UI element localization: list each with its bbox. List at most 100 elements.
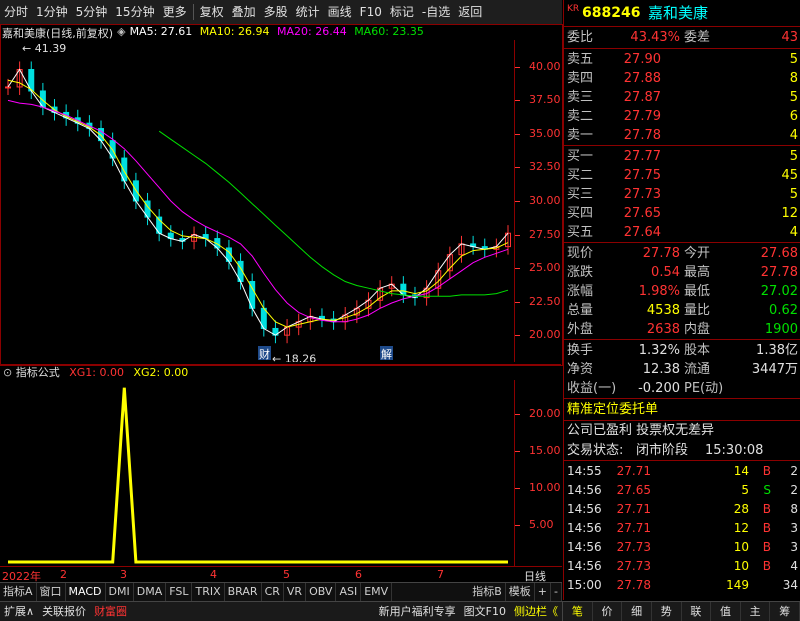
- tick-row-2[interactable]: 14:56 27.71 28 B 8: [564, 500, 800, 519]
- indicator-tab-8[interactable]: CR: [262, 583, 284, 601]
- indicator-tab-4[interactable]: DMA: [134, 583, 167, 601]
- indicator-plot[interactable]: [0, 380, 514, 566]
- ma60-line: [158, 130, 509, 297]
- status-right-item-0[interactable]: 新用户福利专享: [375, 602, 460, 621]
- indicator-header: ⊙ 指标公式 XG1: 0.00 XG2: 0.00: [0, 364, 561, 381]
- right-panel-tab-1[interactable]: 价: [593, 602, 623, 621]
- ask-row-1[interactable]: 卖四 27.88 8: [564, 69, 800, 88]
- status-right-item-2[interactable]: 侧边栏《: [510, 602, 562, 621]
- indicator-tab-2[interactable]: MACD: [66, 583, 106, 601]
- status-left-item-1[interactable]: 关联报价: [38, 602, 90, 621]
- toolbar-button-5[interactable]: 复权: [196, 0, 228, 24]
- status-left-item-0[interactable]: 扩展∧: [0, 602, 38, 621]
- bid-row-1[interactable]: 买二 27.75 45: [564, 166, 800, 185]
- notice-row[interactable]: 精准定位委托单: [564, 400, 800, 419]
- toolbar-button-4[interactable]: 更多: [159, 0, 191, 24]
- indicator-tab-5[interactable]: FSL: [166, 583, 193, 601]
- toolbar-button-6[interactable]: 叠加: [228, 0, 260, 24]
- indicator-tick-mark: [515, 487, 520, 489]
- ask-price: 27.78: [623, 128, 661, 143]
- tick-row-6[interactable]: 15:00 27.78 149 34: [564, 576, 800, 595]
- indicator-title[interactable]: 指标公式: [16, 366, 60, 379]
- bid-row-3[interactable]: 买四 27.65 12: [564, 204, 800, 223]
- indicator-tab-16[interactable]: -: [551, 583, 562, 601]
- bid-row-4[interactable]: 买五 27.64 4: [564, 223, 800, 242]
- status-right: 新用户福利专享 图文F10 侧边栏《: [375, 602, 562, 621]
- price-tick-label: 37.50: [529, 93, 561, 107]
- indicator-tabs: 指标A 窗口 MACD DMI DMA FSL TRIX BRAR CR VR OBV ASI EMV 指…: [0, 582, 562, 601]
- tick-vol: 5: [741, 483, 749, 497]
- toolbar-button-2[interactable]: 5分钟: [72, 0, 112, 24]
- toolbar-button-8[interactable]: 统计: [292, 0, 324, 24]
- toolbar-button-0[interactable]: 分时: [0, 0, 32, 24]
- tick-row-4[interactable]: 14:56 27.73 10 B 3: [564, 538, 800, 557]
- stat-value: 27.78: [642, 246, 680, 261]
- toolbar-button-7[interactable]: 多股: [260, 0, 292, 24]
- ask-row-4[interactable]: 卖一 27.78 4: [564, 126, 800, 145]
- time-axis-label: 5: [283, 568, 290, 581]
- indicator-tab-11[interactable]: ASI: [336, 583, 362, 601]
- bid-price: 27.64: [623, 225, 661, 240]
- toolbar-button-13[interactable]: 返回: [454, 0, 486, 24]
- kline-plot[interactable]: ← 41.39 ← 18.26财 解: [0, 40, 514, 362]
- tick-row-0[interactable]: 14:55 27.71 14 B 2: [564, 462, 800, 481]
- indicator-tab-13[interactable]: 指标B: [469, 583, 506, 601]
- right-panel-tab-3[interactable]: 势: [652, 602, 682, 621]
- marker-cai[interactable]: 财: [259, 347, 270, 361]
- ask-row-2[interactable]: 卖三 27.87 5: [564, 88, 800, 107]
- indicator-tab-14[interactable]: 模板: [506, 583, 535, 601]
- ask-row-0[interactable]: 卖五 27.90 5: [564, 50, 800, 69]
- quote-panel: KR 688246 嘉和美康 委比 43.43% 委差 43 卖五 27.90 5 卖…: [563, 0, 800, 600]
- right-panel-tab-4[interactable]: 联: [682, 602, 712, 621]
- right-panel-tab-0[interactable]: 笔: [563, 602, 593, 621]
- marker-jie[interactable]: 解: [381, 347, 392, 361]
- indicator-tab-12[interactable]: EMV: [361, 583, 393, 601]
- settings-icon[interactable]: ◈: [117, 25, 125, 39]
- ask-row-3[interactable]: 卖二 27.79 6: [564, 107, 800, 126]
- indicator-tab-10[interactable]: OBV: [306, 583, 337, 601]
- bid-row-2[interactable]: 买三 27.73 5: [564, 185, 800, 204]
- price-tick-label: 27.50: [529, 227, 561, 241]
- tick-row-5[interactable]: 14:56 27.73 10 B 4: [564, 557, 800, 576]
- indicator-tab-0[interactable]: 指标A: [0, 583, 37, 601]
- xg1-label: XG1:: [69, 366, 96, 379]
- tick-price: 27.73: [616, 540, 651, 554]
- ask-price: 27.87: [623, 90, 661, 105]
- ma20-line: [7, 99, 509, 323]
- candle-body: [5, 86, 11, 89]
- stat-value: 3447万: [751, 362, 798, 377]
- right-panel-tab-2[interactable]: 细: [622, 602, 652, 621]
- tick-count: 3: [790, 521, 798, 535]
- indicator-tab-1[interactable]: 窗口: [37, 583, 66, 601]
- toolbar-button-11[interactable]: 标记: [386, 0, 418, 24]
- notice-text[interactable]: 精准定位委托单: [567, 400, 658, 419]
- price-tick-label: 30.00: [529, 194, 561, 207]
- toolbar-button-3[interactable]: 15分钟: [111, 0, 158, 24]
- indicator-tab-3[interactable]: DMI: [106, 583, 134, 601]
- indicator-tab-15[interactable]: +: [535, 583, 552, 601]
- stat-value: 27.68: [760, 246, 798, 261]
- ma-legend-item-3: MA60: 23.35: [354, 25, 424, 38]
- indicator-tab-7[interactable]: BRAR: [225, 583, 262, 601]
- status-right-item-1[interactable]: 图文F10: [460, 602, 510, 621]
- ask-vol: 6: [789, 109, 798, 124]
- status-left-item-2[interactable]: 财富圈: [90, 602, 131, 621]
- tick-row-3[interactable]: 14:56 27.71 12 B 3: [564, 519, 800, 538]
- collapse-icon[interactable]: ⊙: [3, 366, 12, 379]
- toolbar-button-12[interactable]: -自选: [418, 0, 454, 24]
- tick-direction: B: [762, 464, 771, 478]
- right-panel-tab-6[interactable]: 主: [741, 602, 771, 621]
- bid-row-0[interactable]: 买一 27.77 5: [564, 147, 800, 166]
- right-panel-tab-5[interactable]: 值: [711, 602, 741, 621]
- tick-row-1[interactable]: 14:56 27.65 5 S 2: [564, 481, 800, 500]
- indicator-tab-6[interactable]: TRIX: [192, 583, 225, 601]
- tick-time: 14:56: [567, 559, 602, 573]
- toolbar-button-10[interactable]: F10: [356, 0, 386, 24]
- indicator-tab-9[interactable]: VR: [284, 583, 307, 601]
- stat-label: 涨跌: [567, 265, 594, 280]
- toolbar-button-1[interactable]: 1分钟: [32, 0, 72, 24]
- tick-direction: B: [762, 521, 771, 535]
- right-panel-tab-7[interactable]: 筹: [770, 602, 800, 621]
- toolbar-button-9[interactable]: 画线: [324, 0, 356, 24]
- time-axis: 2022年 2 3 4 5 6 7 日线: [0, 566, 562, 583]
